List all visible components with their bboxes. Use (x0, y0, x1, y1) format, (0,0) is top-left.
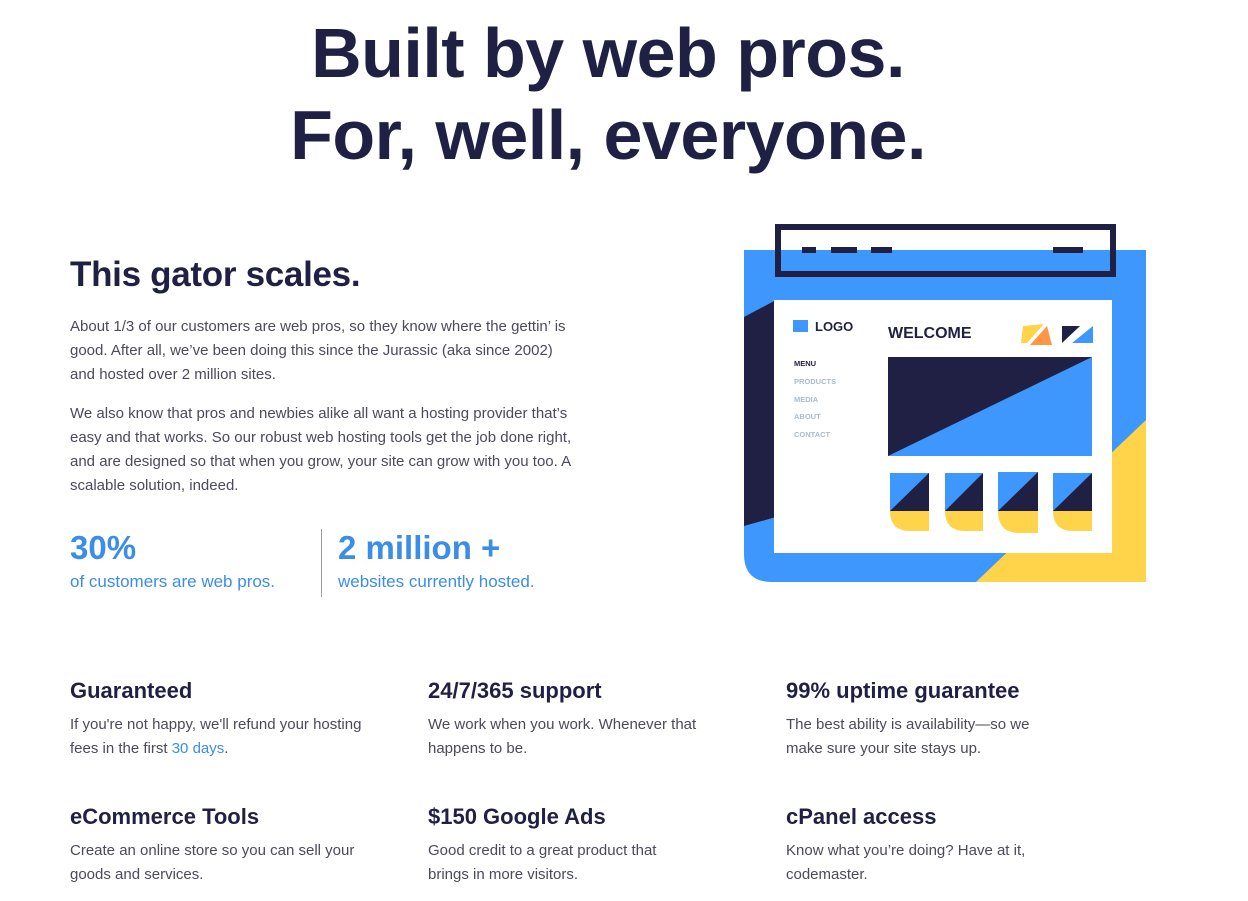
browser-dot (802, 247, 816, 253)
menu-item: MEDIA (794, 395, 819, 404)
thumbnail (890, 473, 929, 531)
stat-value: 30% (70, 529, 137, 566)
thumbnail (1053, 473, 1092, 531)
browser-dot (871, 247, 892, 253)
feature-title: cPanel access (786, 804, 937, 829)
stat-caption: websites currently hosted. (338, 572, 535, 591)
about-paragraph-1: About 1/3 of our customers are web pros,… (70, 318, 566, 383)
about-paragraph-2: We also know that pros and newbies alike… (70, 405, 572, 494)
feature-description: Know what you’re doing? Have at it, code… (786, 842, 1026, 883)
menu-item: MENU (794, 359, 816, 368)
logo-label: LOGO (815, 319, 853, 334)
feature-description-text: . (224, 740, 229, 757)
feature-cpanel: cPanel access Know what you’re doing? Ha… (786, 803, 1096, 887)
menu-item: ABOUT (794, 412, 821, 421)
menu-item: CONTACT (794, 430, 831, 439)
stat-websites-hosted: 2 million + websites currently hosted. (338, 528, 535, 594)
feature-description: We work when you work. Whenever that hap… (428, 716, 697, 757)
feature-description: Create an online store so you can sell y… (70, 842, 355, 883)
feature-description: If you're not happy, we'll refund your h… (70, 713, 380, 761)
section-heading: This gator scales. (70, 255, 361, 294)
backdrop-navy (744, 300, 776, 526)
feature-title: eCommerce Tools (70, 804, 260, 829)
feature-description: The best ability is availability—so we m… (786, 716, 1030, 757)
feature-title: $150 Google Ads (428, 804, 606, 829)
welcome-label: WELCOME (888, 325, 972, 342)
stat-caption: of customers are web pros. (70, 572, 276, 591)
feature-title: Guaranteed (70, 678, 193, 703)
stat-divider (321, 529, 322, 597)
feature-ecommerce: eCommerce Tools Create an online store s… (70, 803, 380, 887)
feature-title: 99% uptime guarantee (786, 678, 1020, 703)
logo-square (793, 320, 808, 332)
feature-title: 24/7/365 support (428, 678, 602, 703)
menu-item: PRODUCTS (794, 377, 836, 386)
browser-dot (831, 247, 857, 253)
feature-description: Good credit to a great product that brin… (428, 842, 657, 883)
feature-guaranteed: Guaranteed If you're not happy, we'll re… (70, 677, 380, 761)
hero-title-line-1: Built by web pros. (311, 14, 905, 92)
thumbnail (945, 473, 983, 531)
browser-dot (1053, 247, 1083, 253)
stat-value: 2 million + (338, 529, 501, 566)
feature-uptime: 99% uptime guarantee The best ability is… (786, 677, 1096, 761)
hero-title: Built by web pros. For, well, everyone. (0, 12, 1216, 176)
thumbnail (998, 472, 1038, 533)
feature-google-ads: $150 Google Ads Good credit to a great p… (428, 803, 738, 887)
refund-period-link[interactable]: 30 days (172, 740, 225, 757)
stat-web-pros: 30% of customers are web pros. (70, 528, 275, 594)
feature-support: 24/7/365 support We work when you work. … (428, 677, 738, 761)
hero-title-line-2: For, well, everyone. (290, 96, 926, 174)
website-mockup-illustration: LOGO WELCOME MENU PRODUCTS MEDIA ABOUT C… (744, 224, 1146, 582)
